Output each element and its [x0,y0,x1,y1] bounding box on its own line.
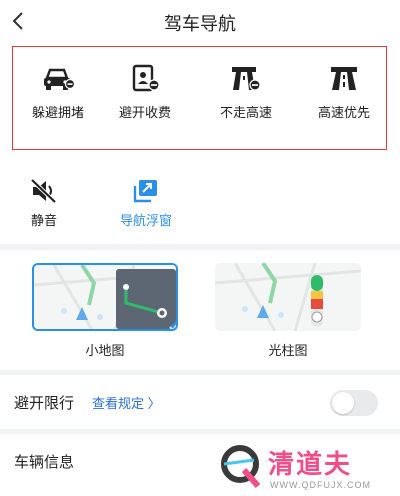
vehicle-info-label: 车辆信息 [14,454,75,471]
page-title: 驾车导航 [164,14,236,34]
avoid-toll-icon [132,64,160,92]
avoid-restriction-row: 避开限行 查看规定 〉 [0,375,400,429]
map-style-label: 小地图 [85,343,125,358]
car-avoid-congestion-icon [44,68,75,90]
map-style-light-column[interactable] [215,263,361,331]
toggle-knob [332,392,354,414]
map-style-mini-map[interactable] [32,263,178,331]
pref-label: 躲避拥堵 [31,105,84,120]
no-highway-icon [232,67,261,91]
watermark-logo-icon [221,445,261,488]
route-settings-card: 躲避拥堵 避开收费 不走高速 高速优先 静音 导航浮窗 [0,44,400,244]
option-label: 静音 [30,213,57,228]
option-mute[interactable]: 静音 [14,178,74,229]
map-style-card: 小地图 光柱图 [0,250,400,370]
watermark-url: WWW.QDFUJX.COM [270,480,371,490]
watermark-brand: 清道夫 [268,449,353,479]
pref-label: 不走高速 [219,105,272,120]
avoid-restriction-label: 避开限行 [14,395,75,412]
pref-avoid-congestion[interactable]: 躲避拥堵 [18,64,98,121]
mute-speaker-icon [30,178,57,204]
highway-first-icon [331,67,357,90]
floating-window-icon [133,180,157,203]
mini-map-preview [34,265,176,329]
pref-label: 避开收费 [118,105,171,120]
pref-label: 高速优先 [317,105,370,120]
option-label: 导航浮窗 [119,213,172,228]
watermark: 清道夫 WWW.QDFUJX.COM [214,436,400,496]
option-float-window[interactable]: 导航浮窗 [114,178,178,229]
pref-avoid-toll[interactable]: 避开收费 [105,64,185,121]
pref-no-highway[interactable]: 不走高速 [206,64,286,121]
light-column-preview [215,263,361,331]
view-rules-link[interactable]: 查看规定 〉 [92,393,161,412]
map-style-label: 光柱图 [268,343,308,358]
avoid-restriction-toggle[interactable] [330,390,378,416]
nav-header: 驾车导航 [0,0,400,44]
pref-highway-first[interactable]: 高速优先 [304,64,384,121]
